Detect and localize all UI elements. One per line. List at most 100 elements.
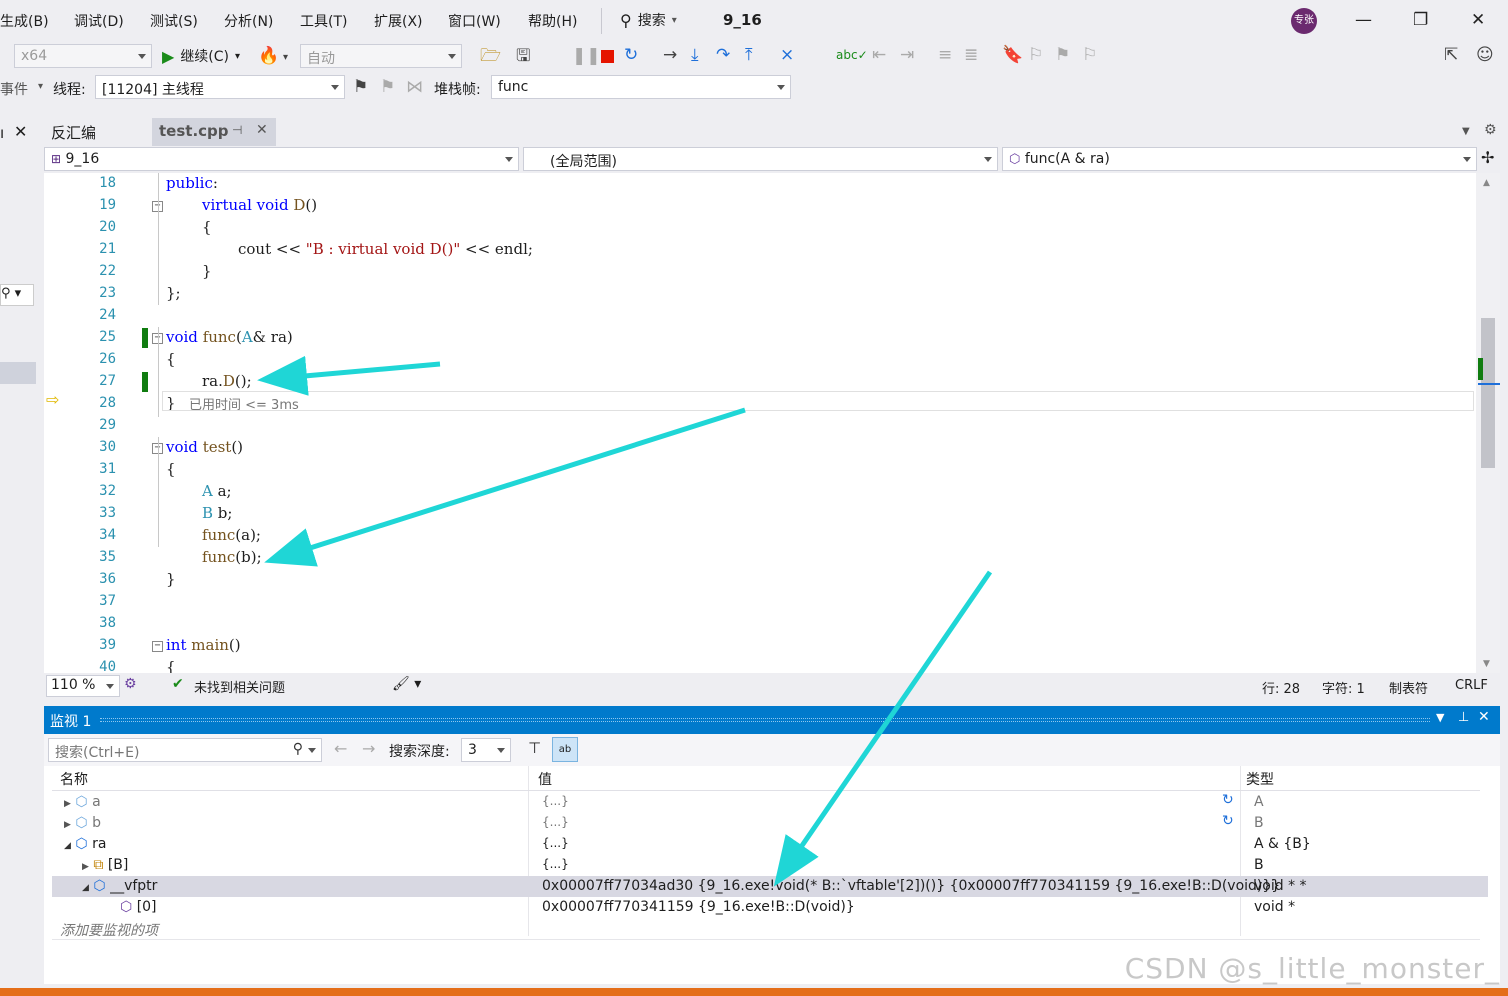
close-icon[interactable]: ✕	[1478, 709, 1490, 725]
pin-watch-icon[interactable]: ⊤	[528, 739, 541, 757]
code-line[interactable]: A a;	[202, 482, 232, 500]
menu-help[interactable]: 帮助(H)	[528, 11, 577, 31]
next-bookmark-icon[interactable]: ⚑	[1055, 45, 1070, 65]
left-selected-item[interactable]	[0, 362, 36, 384]
scroll-down-icon[interactable]: ▼	[1483, 659, 1490, 669]
clear-bookmark-icon[interactable]: ⚐	[1082, 45, 1097, 65]
watch-row-b[interactable]: ▶ ⬡ b {...} ↻ B	[52, 813, 1488, 834]
tab-overflow-icon[interactable]: ▼	[1462, 126, 1470, 137]
expand-icon[interactable]: ▶	[82, 862, 89, 872]
editor-scrollbar[interactable]: ▲ ▼	[1476, 173, 1500, 673]
eol-indicator[interactable]: CRLF	[1455, 678, 1488, 693]
step-over-icon[interactable]: ↷	[716, 45, 730, 65]
code-line[interactable]: virtual void D()	[202, 196, 317, 214]
continue-button[interactable]: ▶ 继续(C) ▾	[162, 46, 240, 66]
watch-row-base[interactable]: ▶ ⧉ [B] {...} B	[52, 855, 1488, 876]
watch-search-input[interactable]: 搜索(Ctrl+E) ⚲	[48, 738, 322, 762]
hex-display-button[interactable]: ab	[552, 737, 578, 762]
member-combo[interactable]: ⬡ func(A & ra)	[1002, 147, 1477, 171]
watch-row-a[interactable]: ▶ ⬡ a {...} ↻ A	[52, 792, 1488, 813]
issues-status[interactable]: 未找到相关问题	[194, 677, 285, 696]
watch-row-vfptr-0[interactable]: ⬡ [0] 0x00007ff770341159 {9_16.exe!B::D(…	[52, 897, 1488, 918]
restore-icon[interactable]: ❐	[1413, 10, 1428, 30]
pin-icon[interactable]: ⊣	[232, 123, 242, 137]
code-line[interactable]: int main()	[166, 636, 241, 654]
close-tab-icon[interactable]: ✕	[256, 122, 268, 138]
code-line[interactable]: cout << "B : virtual void D()" << endl;	[238, 240, 533, 258]
events-label[interactable]: 事件	[0, 79, 28, 99]
watch-add-item-row[interactable]: 添加要监视的项	[52, 918, 1488, 939]
pin-icon[interactable]: ⊥	[1458, 710, 1469, 725]
platform-combo[interactable]: x64	[14, 44, 152, 68]
search-box[interactable]: ⚲ 搜索 ▾	[620, 10, 677, 30]
code-line[interactable]: void func(A& ra)	[166, 328, 293, 346]
intellicode-icon[interactable]: ⚙	[124, 676, 137, 692]
watch-row-ra[interactable]: ◢ ⬡ ra {...} A & {B}	[52, 834, 1488, 855]
pin-icon[interactable]: ı	[0, 124, 4, 142]
menu-analyze[interactable]: 分析(N)	[224, 11, 273, 31]
scroll-up-icon[interactable]: ▲	[1483, 178, 1490, 188]
code-line[interactable]: B b;	[202, 504, 232, 522]
stop-icon[interactable]	[601, 50, 614, 63]
code-line[interactable]: func(b);	[202, 548, 262, 566]
indent-icon[interactable]: ⇤	[872, 45, 886, 65]
depth-combo[interactable]: 3	[461, 738, 511, 762]
hot-reload-icon[interactable]: 🔥	[258, 46, 279, 66]
collapse-icon[interactable]: ◢	[64, 841, 71, 851]
hex-icon[interactable]: ⨯	[780, 45, 794, 65]
tabs-indicator[interactable]: 制表符	[1389, 678, 1428, 697]
code-line[interactable]: }	[202, 262, 212, 280]
prev-bookmark-icon[interactable]: ⚐	[1028, 45, 1043, 65]
line-indicator[interactable]: 行: 28	[1262, 678, 1300, 697]
code-line[interactable]: {	[166, 350, 176, 368]
uncomment-icon[interactable]: ≣	[964, 45, 978, 65]
char-indicator[interactable]: 字符: 1	[1322, 678, 1365, 697]
column-name[interactable]: 名称	[52, 766, 96, 790]
show-next-statement-icon[interactable]: →	[663, 45, 677, 65]
left-search-box[interactable]: ⚲ ▾	[0, 284, 34, 306]
outdent-icon[interactable]: ⇥	[900, 45, 914, 65]
step-into-icon[interactable]: ⤓	[691, 45, 699, 65]
close-window-icon[interactable]: ✕	[1471, 10, 1485, 30]
back-icon[interactable]: ←	[334, 739, 347, 758]
minimize-icon[interactable]: —	[1355, 10, 1372, 30]
menu-debug[interactable]: 调试(D)	[74, 11, 124, 31]
thread-filter-icon[interactable]: ⋈	[406, 77, 423, 97]
menu-window[interactable]: 窗口(W)	[448, 11, 501, 31]
zoom-combo[interactable]: 110 %	[46, 675, 120, 697]
feedback-icon[interactable]: ☺	[1476, 45, 1494, 65]
column-type[interactable]: 类型	[1238, 766, 1282, 790]
code-line[interactable]: ra.D();	[202, 372, 252, 390]
code-line[interactable]: public:	[166, 174, 218, 192]
tab-disassembly[interactable]: 反汇编	[44, 118, 150, 146]
dropdown-icon[interactable]: ▼	[1436, 711, 1444, 724]
code-editor[interactable]: 18 19 20 21 22 23 24 25 26 27 28 29 30 31 32 33 34 35 36 37…	[44, 173, 1476, 676]
chevron-down-icon[interactable]: ▾	[283, 48, 288, 68]
folder-icon[interactable]: 🗁	[480, 46, 501, 66]
code-line[interactable]: {	[166, 460, 176, 478]
save-icon[interactable]: 🖫	[516, 46, 530, 66]
auto-combo[interactable]: 自动	[300, 44, 462, 68]
forward-icon[interactable]: →	[362, 739, 375, 758]
project-combo[interactable]: ⊞ 9_16	[44, 147, 519, 171]
share-icon[interactable]: ⇱	[1444, 45, 1458, 65]
watch-panel-title[interactable]: 监视 1 ▼ ⊥ ✕	[44, 706, 1500, 734]
step-out-icon[interactable]: ⤒	[745, 45, 753, 65]
restart-icon[interactable]: ↻	[624, 45, 638, 65]
menu-tools[interactable]: 工具(T)	[300, 11, 347, 31]
chevron-down-icon[interactable]: ▾	[38, 81, 43, 92]
code-line[interactable]: }	[166, 570, 176, 588]
bookmark-icon[interactable]: 🔖	[1002, 45, 1023, 65]
flag-icon[interactable]: ⚑	[353, 77, 368, 97]
comment-icon[interactable]: ≡	[938, 45, 952, 65]
avatar[interactable]: 专张	[1291, 8, 1317, 34]
expand-icon[interactable]: ▶	[64, 799, 71, 809]
spell-check-icon[interactable]: abc✓	[836, 45, 868, 65]
cleanup-icon[interactable]: 🖌 ▾	[392, 676, 421, 692]
pause-icon[interactable]: ❚❚	[572, 46, 601, 66]
fold-toggle[interactable]: −	[152, 641, 163, 652]
stackframe-combo[interactable]: func	[491, 75, 791, 99]
expand-icon[interactable]: ▶	[64, 820, 71, 830]
menu-extensions[interactable]: 扩展(X)	[374, 11, 423, 31]
menu-test[interactable]: 测试(S)	[150, 11, 198, 31]
